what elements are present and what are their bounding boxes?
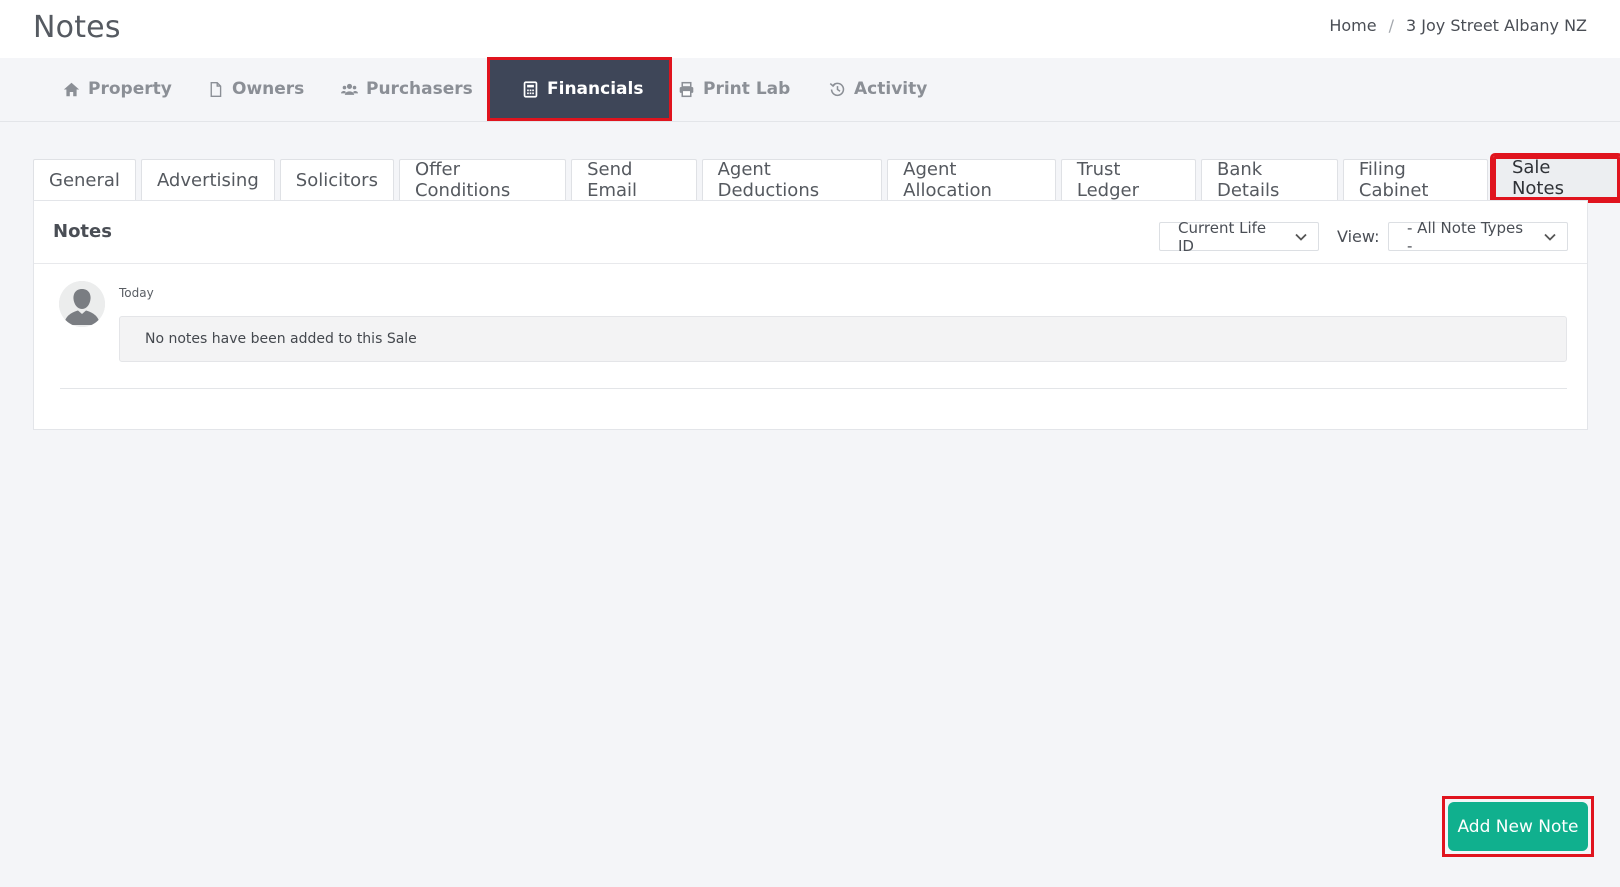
- subtab-agent-deductions[interactable]: Agent Deductions: [701, 159, 883, 201]
- tab-owners-label: Owners: [232, 79, 305, 99]
- tab-purchasers[interactable]: Purchasers: [324, 58, 489, 120]
- chevron-down-icon: [1543, 230, 1557, 244]
- life-id-select[interactable]: Current Life ID: [1159, 219, 1319, 255]
- subtab-send-email[interactable]: Send Email: [571, 159, 697, 201]
- chevron-down-icon: [1294, 230, 1308, 244]
- tab-financials-label: Financials: [547, 79, 644, 99]
- subtab-trust-ledger[interactable]: Trust Ledger: [1060, 159, 1196, 201]
- note-date: Today: [119, 286, 154, 300]
- tab-property-label: Property: [88, 79, 172, 99]
- breadcrumb-home[interactable]: Home: [1329, 16, 1376, 35]
- subtab-sale-notes[interactable]: Sale Notes: [1489, 153, 1620, 203]
- calculator-icon: [521, 80, 539, 98]
- subtab-general[interactable]: General: [33, 159, 136, 200]
- subtab-solicitors[interactable]: Solicitors: [279, 159, 394, 200]
- subtab-bank-details[interactable]: Bank Details: [1201, 159, 1338, 201]
- file-icon: [206, 80, 224, 98]
- breadcrumb-current: 3 Joy Street Albany NZ: [1405, 16, 1587, 35]
- breadcrumb: Home / 3 Joy Street Albany NZ: [1329, 16, 1587, 35]
- tab-activity-label: Activity: [854, 79, 928, 99]
- tab-activity[interactable]: Activity: [812, 58, 943, 120]
- breadcrumb-separator: /: [1388, 16, 1394, 35]
- divider: [60, 388, 1567, 389]
- history-icon: [828, 80, 846, 98]
- panel-title: Notes: [53, 221, 112, 242]
- subtab-offer-conditions[interactable]: Offer Conditions: [398, 159, 567, 201]
- view-label: View:: [1337, 227, 1380, 246]
- tab-property[interactable]: Property: [46, 58, 188, 120]
- note-type-select[interactable]: - All Note Types -: [1388, 219, 1568, 255]
- note-message: No notes have been added to this Sale: [119, 316, 1567, 362]
- add-new-note-button[interactable]: Add New Note: [1448, 802, 1588, 851]
- sub-tabs: General Advertising Solicitors Offer Con…: [33, 153, 1620, 203]
- life-id-select-value: Current Life ID: [1178, 218, 1267, 255]
- tab-financials[interactable]: Financials: [487, 57, 673, 121]
- tab-print-lab-label: Print Lab: [703, 79, 791, 99]
- avatar: [59, 281, 105, 327]
- tab-purchasers-label: Purchasers: [366, 79, 473, 99]
- main-nav: Property Owners Purchasers Financials Pr…: [0, 57, 1620, 122]
- page-title: Notes: [33, 10, 121, 45]
- subtab-agent-allocation[interactable]: Agent Allocation: [887, 159, 1056, 201]
- page-header: Notes Home / 3 Joy Street Albany NZ: [0, 0, 1620, 58]
- subtab-filing-cabinet[interactable]: Filing Cabinet: [1342, 159, 1488, 201]
- user-silhouette-icon: [59, 281, 105, 327]
- add-note-highlight: Add New Note: [1442, 796, 1594, 857]
- note-type-select-value: - All Note Types -: [1407, 218, 1524, 255]
- tab-owners[interactable]: Owners: [190, 58, 320, 120]
- notes-panel-header: Notes Current Life ID View: - All Note T…: [34, 201, 1587, 264]
- subtab-advertising[interactable]: Advertising: [140, 159, 275, 200]
- tab-print-lab[interactable]: Print Lab: [661, 58, 806, 120]
- printer-icon: [677, 80, 695, 98]
- notes-panel: Notes Current Life ID View: - All Note T…: [33, 200, 1588, 430]
- home-icon: [62, 80, 80, 98]
- users-icon: [340, 80, 358, 98]
